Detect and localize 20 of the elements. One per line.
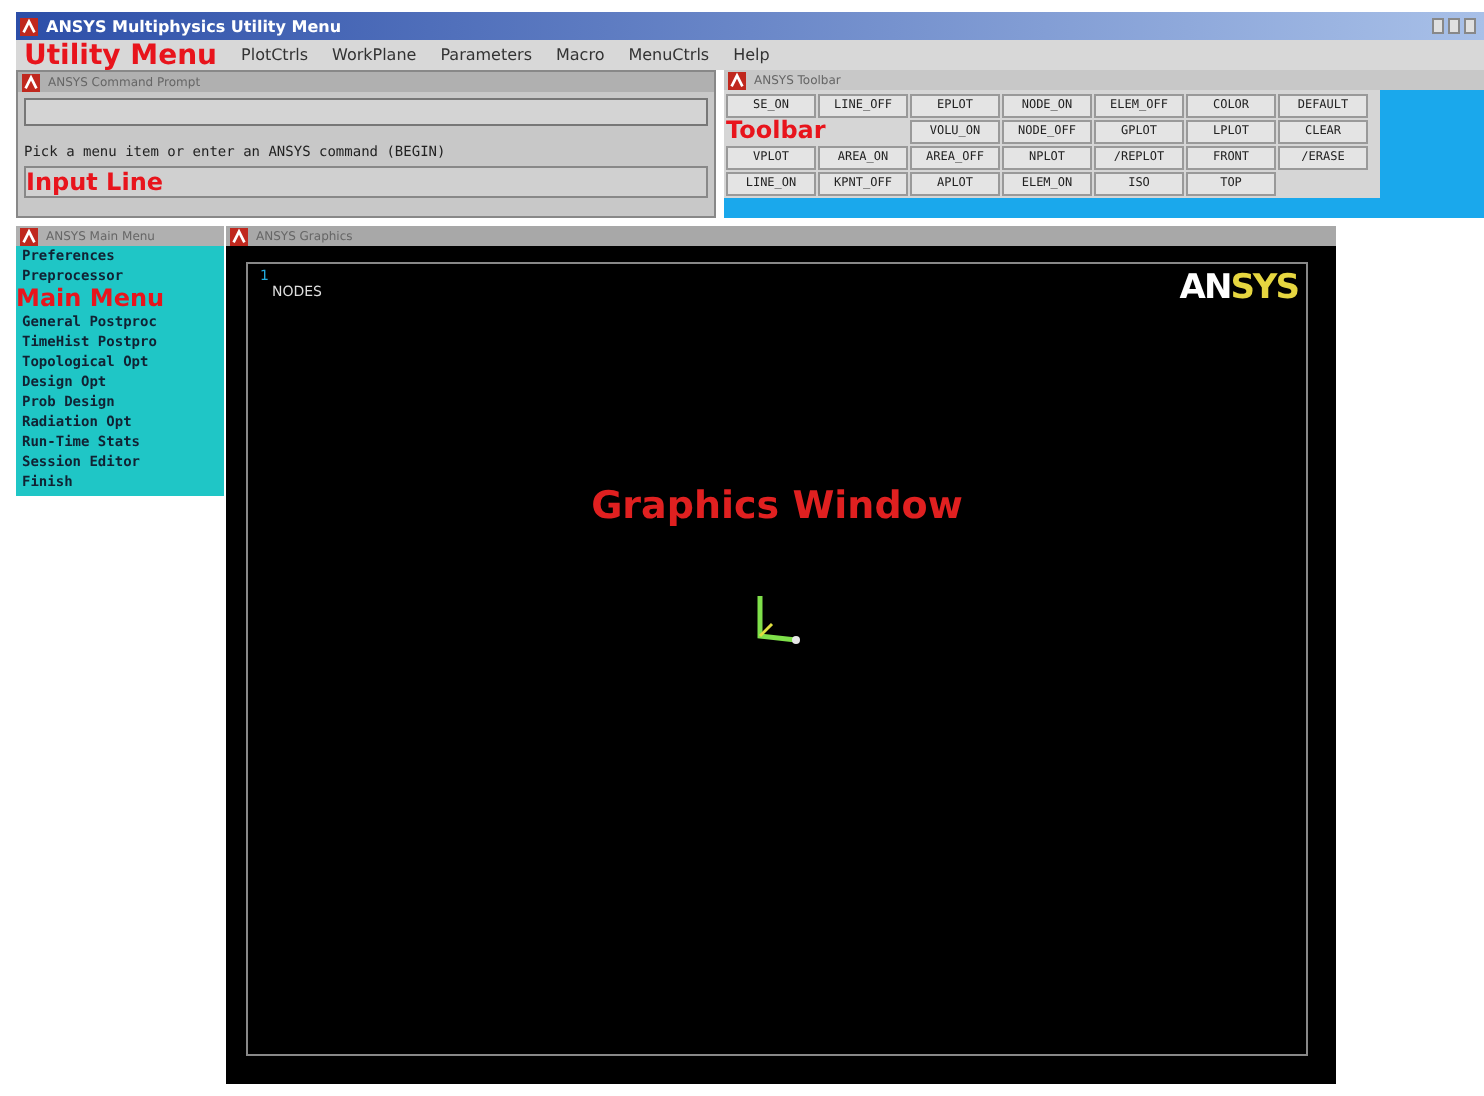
annotation-label: Graphics Window bbox=[591, 484, 963, 528]
app-logo-icon bbox=[230, 227, 248, 245]
app-logo-icon bbox=[20, 17, 38, 35]
command-input-field[interactable] bbox=[24, 98, 708, 126]
annotation-label: Main Menu bbox=[16, 286, 167, 312]
ansys-logo: ANSYS bbox=[1179, 268, 1298, 308]
app-logo-icon bbox=[20, 227, 38, 245]
annotation-label: Toolbar bbox=[726, 118, 826, 144]
menu-item[interactable]: Parameters bbox=[440, 46, 532, 64]
menu-item[interactable]: MenuCtrls bbox=[628, 46, 710, 64]
menu-item[interactable]: Help bbox=[733, 46, 770, 64]
window-controls-icon bbox=[1432, 17, 1480, 35]
app-logo-icon bbox=[22, 73, 40, 91]
menu-item[interactable]: PlotCtrls bbox=[241, 46, 308, 64]
app-logo-icon bbox=[728, 71, 746, 89]
annotation-label: Utility Menu bbox=[24, 41, 218, 69]
window-title: ANSYS Multiphysics Utility Menu bbox=[46, 17, 344, 35]
annotation-label: Input Line bbox=[26, 169, 163, 195]
menu-item[interactable]: Macro bbox=[556, 46, 605, 64]
menu-item[interactable]: WorkPlane bbox=[332, 46, 417, 64]
